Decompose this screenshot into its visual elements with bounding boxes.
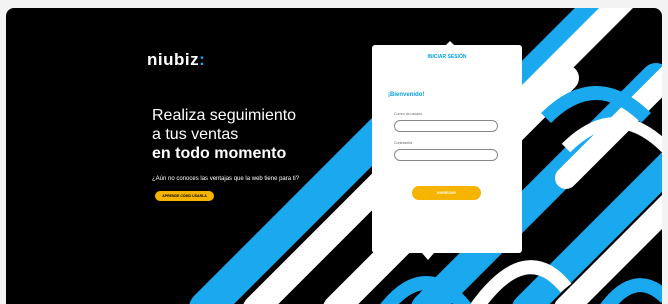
hero-headline: Realiza seguimiento a tus ventas en todo…	[152, 106, 372, 163]
card-bottom-notch	[422, 253, 434, 260]
brand-logo: niubiz:	[147, 50, 205, 70]
learn-how-button[interactable]: APRENDE CÓMO USARLA	[155, 191, 214, 201]
user-email-field[interactable]	[394, 120, 498, 132]
password-label: Contraseña	[394, 141, 413, 145]
hero-line-2: a tus ventas	[152, 126, 239, 143]
login-title: INICIAR SESIÓN	[427, 54, 467, 60]
brand-colon: :	[199, 50, 206, 69]
hero-line-1: Realiza seguimiento	[152, 107, 297, 124]
password-field[interactable]	[394, 149, 498, 161]
user-label: Correo de usuario	[394, 112, 423, 116]
login-submit-button[interactable]: INGRESAR	[412, 186, 481, 200]
app-window: niubiz: Realiza seguimiento a tus ventas…	[6, 8, 662, 304]
brand-name: niubiz	[147, 50, 200, 69]
login-card: INICIAR SESIÓN ¡Bienvenido! Correo de us…	[372, 45, 522, 253]
welcome-text: ¡Bienvenido!	[388, 92, 425, 98]
hero-tagline: ¿Aún no conoces las ventajas que la web …	[152, 176, 300, 182]
hero-line-3: en todo momento	[152, 145, 287, 162]
